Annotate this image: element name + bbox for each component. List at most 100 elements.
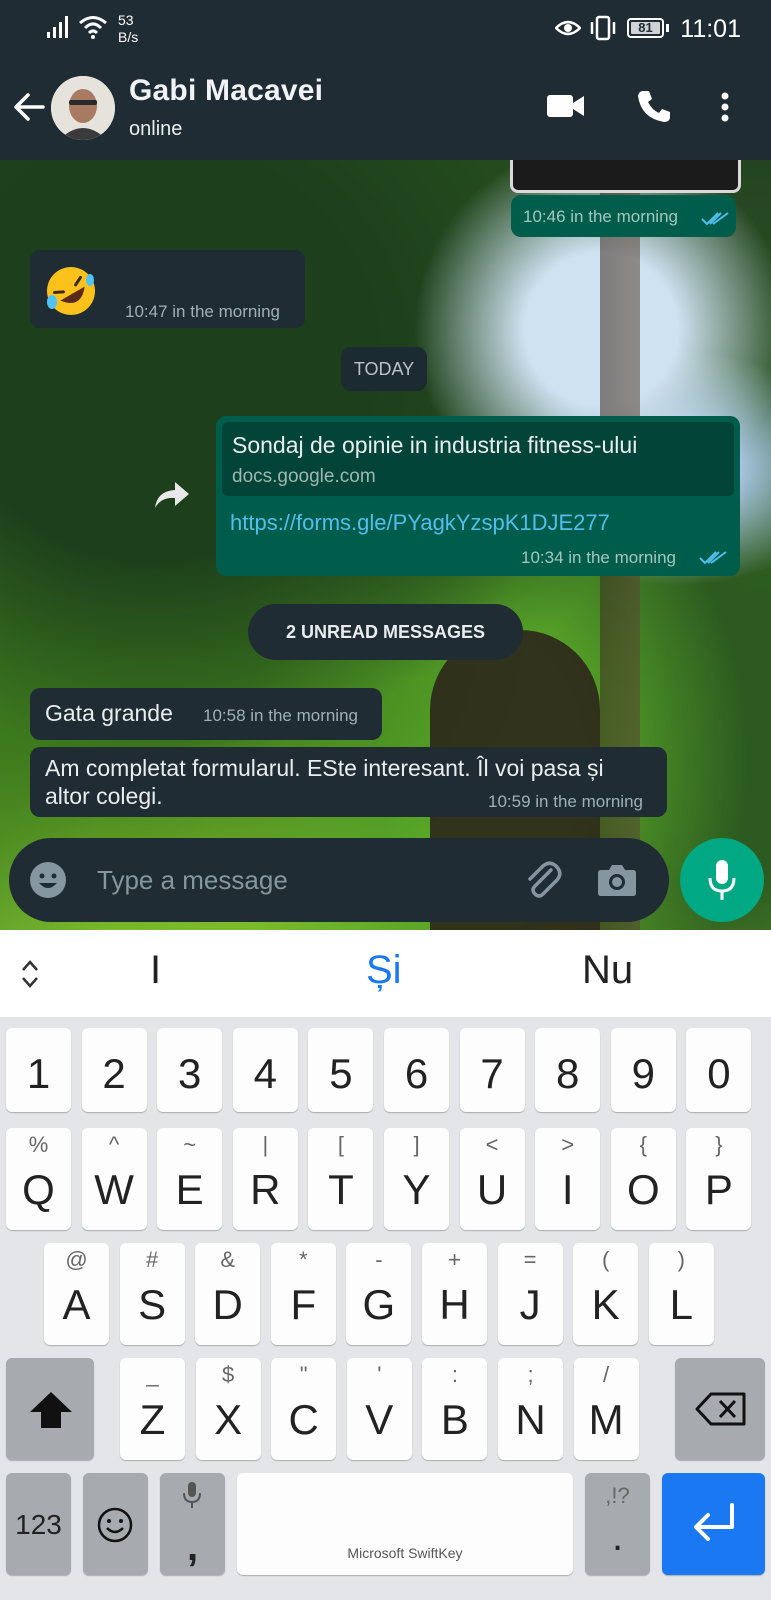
key-alt-label: ( xyxy=(602,1247,610,1272)
key-alt-label: % xyxy=(28,1132,49,1157)
key-c[interactable]: " C xyxy=(271,1358,337,1460)
key-label: T xyxy=(328,1166,354,1213)
period-key[interactable]: ,!? . xyxy=(585,1473,650,1575)
key-label: F xyxy=(290,1281,317,1328)
key-p[interactable]: } P xyxy=(686,1128,752,1230)
key-n[interactable]: ; N xyxy=(498,1358,563,1460)
key-t[interactable]: [T xyxy=(308,1128,374,1230)
key-r[interactable]: | R xyxy=(232,1128,298,1230)
contact-status: online xyxy=(129,118,183,140)
message-bubble[interactable]: 10:47 in the morning xyxy=(30,250,305,328)
key-e[interactable]: ~ E xyxy=(157,1128,223,1230)
key-w[interactable]: ^ W xyxy=(81,1128,147,1230)
eye-icon xyxy=(555,20,581,36)
key-8[interactable]: 8 xyxy=(535,1028,601,1112)
message-text-line1: Am completat formularul. EStе interesant… xyxy=(45,755,604,781)
message-bubble[interactable]: Am completat formularul. EStе interesant… xyxy=(30,747,667,817)
key-b[interactable]: :B xyxy=(422,1358,488,1460)
backspace-key[interactable] xyxy=(675,1358,765,1460)
key-z[interactable]: _ Z xyxy=(120,1358,185,1460)
enter-key[interactable] xyxy=(662,1473,765,1575)
key-v[interactable]: ' V xyxy=(346,1358,412,1460)
key-label: W xyxy=(94,1166,134,1213)
comma-key[interactable]: , xyxy=(160,1473,225,1575)
key-alt-label: ) xyxy=(677,1247,685,1272)
key-u[interactable]: < U xyxy=(459,1128,525,1230)
key-label: 7 xyxy=(480,1050,504,1097)
camera-icon[interactable] xyxy=(597,862,637,898)
link-preview-card[interactable]: Sondaj de opinie in industria fitness-ul… xyxy=(222,422,734,496)
link-url[interactable]: https://forms.gle/PYagkYzspK1DJE277 xyxy=(230,510,610,536)
key-7[interactable]: 7 xyxy=(459,1028,525,1112)
message-bubble[interactable]: Gata grande 10:58 in the morning xyxy=(30,688,382,740)
key-2[interactable]: 2 xyxy=(81,1028,147,1112)
date-divider: TODAY xyxy=(341,347,427,391)
video-call-icon[interactable] xyxy=(546,91,586,121)
link-domain: docs.google.com xyxy=(232,466,376,487)
key-o[interactable]: {O xyxy=(610,1128,676,1230)
message-composer[interactable]: Type a message xyxy=(9,838,669,922)
key-4[interactable]: 4 xyxy=(232,1028,298,1112)
key-alt-label: : xyxy=(451,1362,458,1387)
key-0[interactable]: 0 xyxy=(686,1028,752,1112)
message-text-line2: altor colegi. xyxy=(45,783,163,809)
space-bar[interactable]: Microsoft SwiftKey xyxy=(237,1473,573,1575)
key-label: C xyxy=(288,1396,319,1443)
key-y[interactable]: ] Y xyxy=(384,1128,449,1230)
key-alt-label: | xyxy=(262,1132,269,1157)
key-l[interactable]: ) L xyxy=(648,1243,714,1345)
key-label: B xyxy=(440,1396,469,1443)
more-options-icon[interactable] xyxy=(719,91,731,123)
image-message-thumbnail[interactable] xyxy=(510,160,741,193)
key-x[interactable]: $ X xyxy=(195,1358,261,1460)
key-alt-label: _ xyxy=(146,1362,159,1387)
key-k[interactable]: (K xyxy=(573,1243,639,1345)
key-9[interactable]: 9 xyxy=(610,1028,676,1112)
key-h[interactable]: + H xyxy=(422,1243,487,1345)
numbers-key[interactable]: 123 xyxy=(6,1473,71,1575)
key-alt-label: = xyxy=(523,1247,537,1272)
key-1[interactable]: 1 xyxy=(6,1028,71,1112)
voice-message-button[interactable] xyxy=(680,838,764,922)
emoji-icon[interactable] xyxy=(29,861,67,899)
avatar[interactable] xyxy=(51,76,115,140)
shift-key[interactable] xyxy=(6,1358,94,1460)
chat-area[interactable]: 10:46 in the morning 10:47 in the mornin… xyxy=(0,160,771,930)
key-j[interactable]: = J xyxy=(497,1243,563,1345)
key-i[interactable]: > I xyxy=(535,1128,601,1230)
key-label: S xyxy=(138,1281,167,1328)
suggestion-2[interactable]: Și xyxy=(366,948,402,993)
signal-icon xyxy=(47,16,68,38)
key-3[interactable]: 3 xyxy=(157,1028,223,1112)
voice-call-icon[interactable] xyxy=(636,88,672,124)
key-label: 5 xyxy=(329,1050,353,1097)
suggestion-1[interactable]: I xyxy=(150,948,161,993)
attach-icon[interactable] xyxy=(523,860,563,900)
contact-name[interactable]: Gabi Macavei xyxy=(129,74,323,108)
key-5[interactable]: 5 xyxy=(308,1028,374,1112)
back-arrow-icon[interactable] xyxy=(12,90,46,124)
emoji-key[interactable] xyxy=(83,1473,148,1575)
key-alt-label: ^ xyxy=(108,1132,120,1157)
key-d[interactable]: & D xyxy=(195,1243,261,1345)
key-g[interactable]: -G xyxy=(346,1243,412,1345)
key-6[interactable]: 6 xyxy=(384,1028,449,1112)
key-f[interactable]: * F xyxy=(270,1243,336,1345)
key-label: 8 xyxy=(556,1050,580,1097)
key-alt-label: > xyxy=(561,1132,575,1157)
message-input[interactable]: Type a message xyxy=(97,865,288,896)
key-label: P xyxy=(704,1166,733,1213)
key-s[interactable]: # S xyxy=(119,1243,185,1345)
message-bubble[interactable]: 10:46 in the morning xyxy=(511,195,736,237)
link-message-bubble[interactable]: Sondaj de opinie in industria fitness-ul… xyxy=(216,416,740,576)
status-bar: 53 B/s 81 11:01 xyxy=(0,0,771,58)
key-alt-label: < xyxy=(485,1132,499,1157)
key-m[interactable]: / M xyxy=(573,1358,639,1460)
key-q[interactable]: % Q xyxy=(6,1128,71,1230)
expand-toolbar-icon[interactable] xyxy=(20,959,40,989)
suggestion-3[interactable]: Nu xyxy=(582,948,633,993)
key-alt-label: + xyxy=(448,1247,461,1272)
message-time: 10:34 in the morning xyxy=(521,548,676,567)
key-a[interactable]: @ A xyxy=(44,1243,109,1345)
forward-icon[interactable] xyxy=(153,480,191,510)
